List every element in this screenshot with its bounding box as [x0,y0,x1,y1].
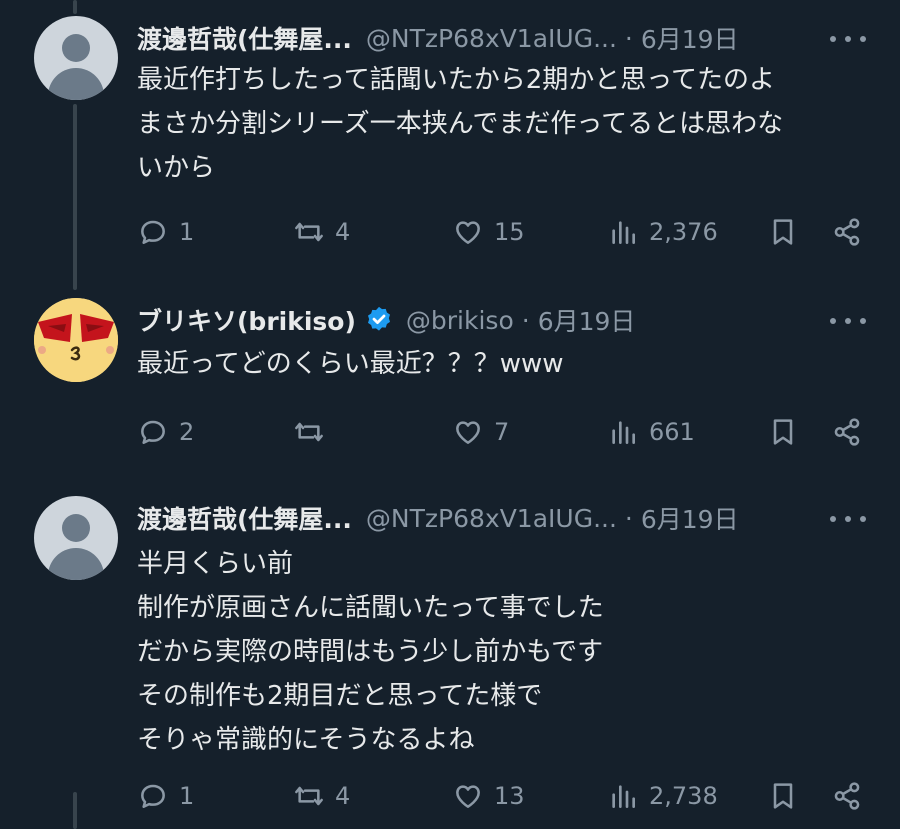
like-icon [456,221,480,244]
like-icon [456,785,480,808]
tweet-text-line: 制作が原画さんに話聞いたって事でした [137,593,604,623]
like-count: 15 [494,218,525,246]
share-button[interactable] [831,212,863,252]
reply-button[interactable]: 2 [137,412,194,452]
reply-count: 1 [179,782,195,810]
retweet-button[interactable]: 4 [293,776,350,816]
views-icon [612,785,635,808]
bookmark-button[interactable] [767,412,799,452]
reply-button[interactable]: 1 [137,212,194,252]
reply-button[interactable]: 1 [137,776,194,816]
views-count: 2,376 [649,218,718,246]
tweet-text-line: その制作も2期目だと思ってた様で [137,681,543,711]
more-icon[interactable] [830,24,866,54]
more-icon[interactable] [830,306,866,336]
like-button[interactable]: 15 [452,212,525,252]
bookmark-button[interactable] [767,212,799,252]
separator-dot: · [624,503,633,533]
like-count: 7 [494,418,510,446]
display-name[interactable]: 渡邊哲哉(仕舞屋... [137,500,352,536]
bookmark-icon [773,783,793,809]
action-bar: 2 7 661 [137,412,867,452]
retweet-icon [295,786,323,806]
tweet-text-line: 最近作打ちしたって話聞いたから2期かと思ってたのよ [137,65,775,95]
tweet-text-line: まさか分割シリーズ一本挟んでまだ作ってるとは思わな [137,109,784,139]
user-handle[interactable]: @NTzP68xV1aIUG... [366,24,617,53]
retweet-button[interactable] [293,412,335,452]
like-button[interactable]: 7 [452,412,509,452]
tweet-text-line: 半月くらい前 [137,549,294,579]
reply-icon [141,420,165,444]
reply-count: 2 [179,418,195,446]
retweet-icon [295,422,323,442]
share-icon [834,218,860,246]
share-button[interactable] [831,776,863,816]
tweet-text: 最近ってどのくらい最近？？？www [137,342,864,386]
avatar[interactable] [34,298,118,382]
views-button[interactable]: 2,376 [607,212,718,252]
views-icon [612,421,635,444]
default-avatar-head [62,34,90,62]
verified-icon [367,306,390,331]
avatar[interactable] [34,496,118,580]
default-avatar-body [48,548,104,580]
default-avatar-body [48,68,104,100]
retweet-count: 4 [335,782,351,810]
tweet-text-line: 最近ってどのくらい最近？？？www [137,349,564,379]
tweet[interactable]: 渡邊哲哉(仕舞屋... @NTzP68xV1aIUG... · 6月19日 最近… [0,0,900,270]
tweet[interactable]: 渡邊哲哉(仕舞屋... @NTzP68xV1aIUG... · 6月19日 半月… [0,480,900,829]
tweet-text: 最近作打ちしたって話聞いたから2期かと思ってたのよ まさか分割シリーズ一本挟んで… [137,58,864,190]
display-name[interactable]: 渡邊哲哉(仕舞屋... [137,20,352,56]
views-count: 661 [649,418,695,446]
retweet-icon [295,222,323,242]
like-count: 13 [494,782,525,810]
retweet-count: 4 [335,218,351,246]
tweet-header: 渡邊哲哉(仕舞屋... @NTzP68xV1aIUG... · 6月19日 [137,498,864,538]
bookmark-icon [773,419,793,445]
action-bar: 1 4 13 2,738 [137,776,867,816]
reply-icon [141,220,165,244]
tweet-text: 半月くらい前 制作が原画さんに話聞いたって事でした だから実際の時間はもう少し前… [137,542,864,762]
reply-icon [141,784,165,808]
tweet-text-line: そりゃ常識的にそうなるよね [137,725,475,755]
views-button[interactable]: 661 [607,412,695,452]
tweet-text-line: だから実際の時間はもう少し前かもです [137,637,604,667]
tweet-date[interactable]: 6月19日 [641,20,739,56]
separator-dot: · [521,305,530,335]
reply-count: 1 [179,218,195,246]
views-button[interactable]: 2,738 [607,776,718,816]
like-button[interactable]: 13 [452,776,525,816]
tweet-header: 渡邊哲哉(仕舞屋... @NTzP68xV1aIUG... · 6月19日 [137,18,864,58]
views-count: 2,738 [649,782,718,810]
tweet[interactable]: ブリキソ(brikiso) @brikiso · 6月19日 最近ってどのくらい… [0,280,900,480]
user-handle[interactable]: @brikiso [406,306,514,335]
tweet-date[interactable]: 6月19日 [538,302,636,338]
bookmark-button[interactable] [767,776,799,816]
retweet-button[interactable]: 4 [293,212,350,252]
bookmark-icon [773,219,793,245]
brikiso-avatar-face [34,298,118,382]
share-icon [834,418,860,446]
action-bar: 1 4 15 2,376 [137,212,867,252]
default-avatar-head [62,514,90,542]
share-icon [834,782,860,810]
avatar[interactable] [34,16,118,100]
tweet-date[interactable]: 6月19日 [641,500,739,536]
tweet-text-line: いから [137,153,216,183]
display-name[interactable]: ブリキソ(brikiso) [137,302,356,338]
like-icon [456,421,480,444]
tweet-header: ブリキソ(brikiso) @brikiso · 6月19日 [137,300,864,340]
user-handle[interactable]: @NTzP68xV1aIUG... [366,504,617,533]
views-icon [612,221,635,244]
more-icon[interactable] [830,504,866,534]
share-button[interactable] [831,412,863,452]
separator-dot: · [624,23,633,53]
